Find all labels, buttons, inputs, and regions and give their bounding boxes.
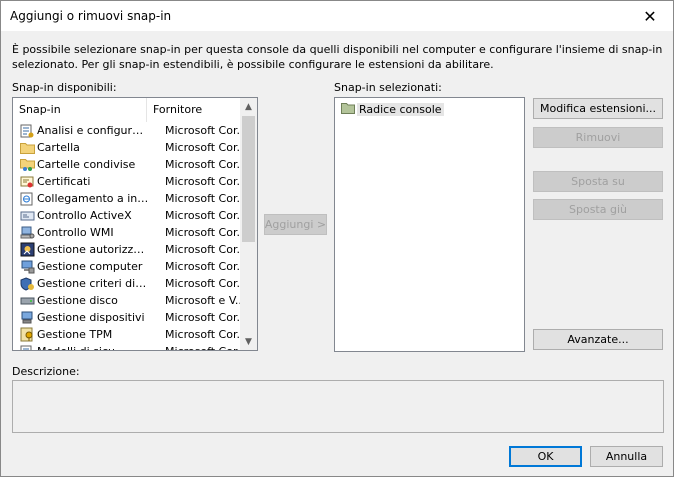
close-icon: ✕ <box>643 6 657 26</box>
wmi-icon <box>19 225 35 240</box>
snapin-vendor: Microsoft Cor... <box>165 192 247 205</box>
snapin-name: Modelli di sicu... <box>37 345 149 350</box>
snapin-name: Collegamento a indir... <box>37 192 149 205</box>
snapin-name: Certificati <box>37 175 91 188</box>
snapin-vendor: Microsoft Cor... <box>165 311 247 324</box>
security-config-icon <box>19 123 35 138</box>
add-remove-snapin-dialog: Aggiungi o rimuovi snap-in ✕ È possibile… <box>0 0 674 477</box>
list-item-label: Radice console <box>357 102 444 116</box>
tpm-icon <box>19 327 35 342</box>
device-manager-icon <box>19 310 35 325</box>
snapin-vendor: Microsoft Cor... <box>165 209 247 222</box>
table-row[interactable]: Controllo ActiveX Microsoft Cor... <box>13 207 247 224</box>
move-down-button[interactable]: Sposta giù <box>533 199 663 220</box>
scroll-up-icon[interactable]: ▲ <box>240 98 257 115</box>
computer-management-icon <box>19 259 35 274</box>
cancel-button[interactable]: Annulla <box>590 446 663 467</box>
security-templates-icon <box>19 344 35 350</box>
snapin-vendor: Microsoft Cor... <box>165 226 247 239</box>
snapin-vendor: Microsoft Cor... <box>165 158 247 171</box>
snapin-name: Cartella <box>37 141 80 154</box>
snapin-vendor: Microsoft Cor... <box>165 243 247 256</box>
authorization-icon <box>19 242 35 257</box>
activex-icon <box>19 208 35 223</box>
window-title: Aggiungi o rimuovi snap-in <box>10 9 172 23</box>
snapin-vendor: Microsoft Cor... <box>165 328 247 341</box>
table-row[interactable]: Gestione computer Microsoft Cor... <box>13 258 247 275</box>
certificates-icon <box>19 174 35 189</box>
list-header: Snap-in Fornitore <box>13 98 241 122</box>
scroll-thumb[interactable] <box>242 116 255 242</box>
snapin-vendor: Microsoft Cor... <box>165 260 247 273</box>
snapin-name: Gestione dispositivi <box>37 311 145 324</box>
snapin-name: Gestione autorizzazioni <box>37 243 149 256</box>
snapin-name: Analisi e configurazi... <box>37 124 149 137</box>
available-rows: Analisi e configurazi... Microsoft Cor...… <box>13 122 247 350</box>
snapin-name: Gestione criteri di sic... <box>37 277 149 290</box>
snapin-name: Cartelle condivise <box>37 158 136 171</box>
snapin-name: Gestione computer <box>37 260 143 273</box>
shared-folders-icon <box>19 157 35 172</box>
snapin-vendor: Microsoft Cor... <box>165 141 247 154</box>
available-snapins-label: Snap-in disponibili: <box>12 81 117 94</box>
available-snapins-list[interactable]: Snap-in Fornitore Analisi e configurazi.… <box>12 97 258 351</box>
snapin-vendor: Microsoft Cor... <box>165 175 247 188</box>
snapin-vendor: Microsoft Cor... <box>165 345 247 350</box>
ok-button[interactable]: OK <box>509 446 582 467</box>
table-row[interactable]: Gestione criteri di sic... Microsoft Cor.… <box>13 275 247 292</box>
column-header-snapin[interactable]: Snap-in <box>13 98 147 122</box>
snapin-vendor: Microsoft Cor... <box>165 277 247 290</box>
snapin-vendor: Microsoft Cor... <box>165 124 247 137</box>
title-bar: Aggiungi o rimuovi snap-in ✕ <box>1 1 673 31</box>
selected-snapins-label: Snap-in selezionati: <box>334 81 442 94</box>
list-item[interactable]: Radice console <box>341 101 444 117</box>
add-button[interactable]: Aggiungi > <box>264 214 327 235</box>
table-row[interactable]: Cartelle condivise Microsoft Cor... <box>13 156 247 173</box>
vertical-scrollbar[interactable]: ▲ ▼ <box>240 98 257 350</box>
web-link-icon <box>19 191 35 206</box>
table-row[interactable]: Gestione disco Microsoft e V... <box>13 292 245 309</box>
advanced-button[interactable]: Avanzate... <box>533 329 663 350</box>
close-button[interactable]: ✕ <box>627 1 673 31</box>
snapin-name: Gestione disco <box>37 294 118 307</box>
table-row[interactable]: Cartella Microsoft Cor... <box>13 139 247 156</box>
folder-icon <box>341 102 355 117</box>
table-row[interactable]: Gestione autorizzazioni Microsoft Cor... <box>13 241 247 258</box>
snapin-name: Gestione TPM <box>37 328 113 341</box>
move-up-button[interactable]: Sposta su <box>533 171 663 192</box>
snapin-name: Controllo ActiveX <box>37 209 132 222</box>
description-box <box>12 380 664 433</box>
edit-extensions-button[interactable]: Modifica estensioni... <box>533 98 663 119</box>
ip-security-icon <box>19 276 35 291</box>
intro-text: È possibile selezionare snap-in per ques… <box>12 43 663 71</box>
table-row[interactable]: Modelli di sicu... Microsoft Cor... <box>13 343 247 350</box>
column-header-vendor[interactable]: Fornitore <box>147 98 241 122</box>
table-row[interactable]: Collegamento a indir... Microsoft Cor... <box>13 190 247 207</box>
table-row[interactable]: Gestione dispositivi Microsoft Cor... <box>13 309 247 326</box>
snapin-name: Controllo WMI <box>37 226 114 239</box>
scroll-down-icon[interactable]: ▼ <box>240 333 257 350</box>
table-row[interactable]: Certificati Microsoft Cor... <box>13 173 247 190</box>
table-row[interactable]: Controllo WMI Microsoft Cor... <box>13 224 247 241</box>
folder-icon <box>19 140 35 155</box>
table-row[interactable]: Analisi e configurazi... Microsoft Cor... <box>13 122 247 139</box>
table-row[interactable]: Gestione TPM Microsoft Cor... <box>13 326 247 343</box>
selected-snapins-list[interactable]: Radice console <box>334 97 525 352</box>
remove-button[interactable]: Rimuovi <box>533 127 663 148</box>
disk-icon <box>19 293 35 308</box>
description-label: Descrizione: <box>12 365 80 378</box>
snapin-vendor: Microsoft e V... <box>165 294 246 307</box>
